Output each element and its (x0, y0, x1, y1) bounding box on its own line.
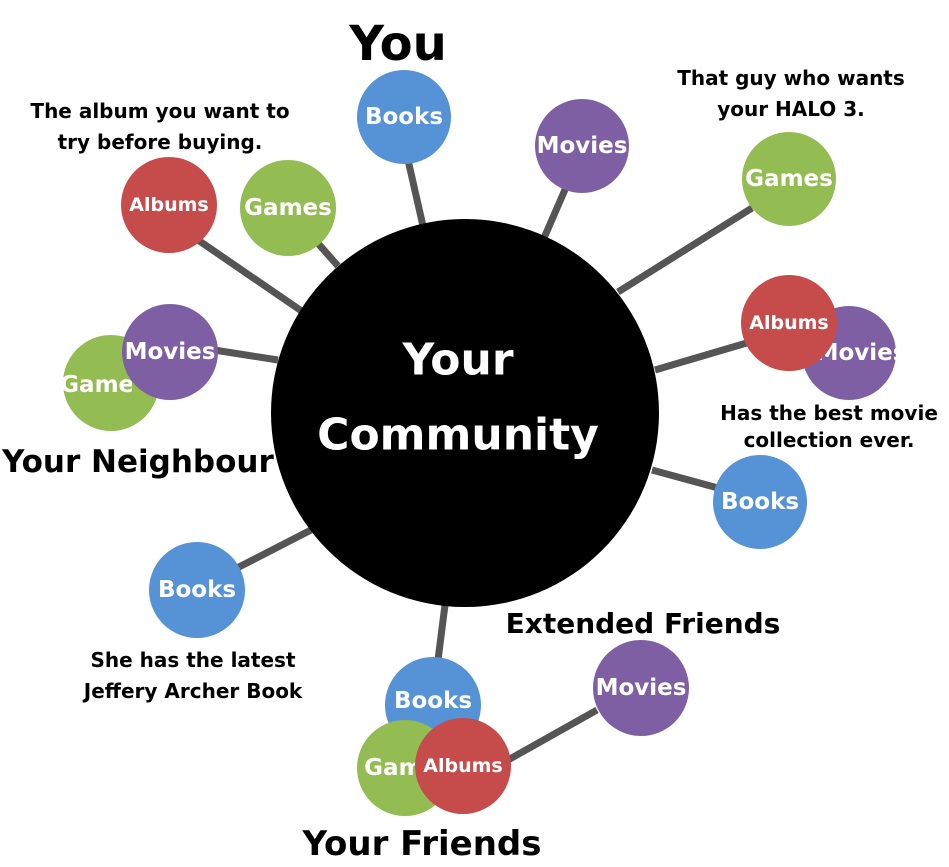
node-movies-label: Movies (125, 339, 216, 365)
community-diagram: Your Community Books Movies Games Movies… (1, 16, 938, 864)
node-albums-label: Albums (129, 194, 208, 216)
spoke-friends (434, 604, 449, 661)
spoke-neighbour (213, 346, 279, 364)
node-games-label: Games (244, 195, 332, 221)
note-album-line-1: The album you want to (30, 99, 289, 123)
note-archer-line-2: Jeffery Archer Book (82, 679, 303, 703)
group-halo: Games (742, 132, 836, 226)
label-you: You (348, 16, 447, 72)
node-books-label: Books (394, 688, 472, 714)
group-album-wanter: Albums Games (121, 157, 336, 256)
spoke-archer-books (235, 526, 313, 572)
group-right-books: Books (713, 455, 807, 549)
node-movies-label: Movies (537, 133, 628, 159)
spoke-extended (506, 706, 599, 764)
group-extended: Movies (593, 640, 689, 736)
hub: Your Community (271, 219, 659, 607)
group-archer-fan: Books (149, 542, 245, 638)
note-movie-line-1: Has the best movie (720, 401, 938, 425)
spoke-halo-games (616, 205, 754, 295)
label-extended-friends: Extended Friends (506, 607, 781, 640)
note-movie-line-2: collection ever. (744, 428, 915, 452)
spoke-right-books (651, 466, 719, 492)
note-archer-line-1: She has the latest (90, 648, 295, 672)
node-albums-label: Albums (749, 312, 828, 334)
group-friends: Books Games Albums (357, 657, 511, 816)
group-you: Books Movies (357, 70, 629, 193)
node-games-label: Games (745, 166, 833, 192)
group-neighbour: Games Movies (60, 304, 218, 431)
spoke-you-movies (540, 183, 571, 240)
group-movie-fan: Movies Albums (741, 275, 906, 400)
note-halo-line-2: your HALO 3. (717, 97, 865, 121)
hub-line-2: Community (317, 410, 599, 461)
label-your-friends: Your Friends (302, 824, 542, 864)
note-album-line-2: try before buying. (58, 130, 263, 154)
node-books-label: Books (365, 104, 443, 130)
node-books-label: Books (721, 489, 799, 515)
label-your-neighbour: Your Neighbour (1, 444, 274, 480)
spoke-movie-fan (654, 338, 751, 374)
note-halo-line-1: That guy who wants (677, 66, 905, 90)
spoke-you-books (404, 159, 427, 227)
node-albums-label: Albums (423, 755, 502, 777)
node-books-label: Books (158, 577, 236, 603)
node-movies-label: Movies (596, 675, 687, 701)
hub-line-1: Your (401, 335, 513, 386)
